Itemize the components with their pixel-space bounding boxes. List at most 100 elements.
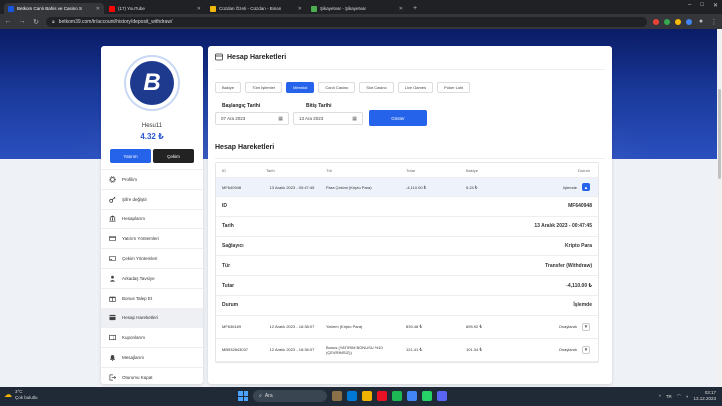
forward-icon[interactable]: → <box>18 18 26 25</box>
extension-icon[interactable] <box>653 18 659 25</box>
back-icon[interactable]: ← <box>4 18 12 25</box>
speaker-icon[interactable]: ◗ <box>686 394 689 399</box>
table-row[interactable]: MB932843037 12 Aralık 2023 - 16:36:07 Bo… <box>216 339 598 362</box>
sidebar-item[interactable]: Mesajlarım <box>101 347 203 367</box>
transactions-table: ID Tarih Tür Tutar Bakiye Durum MF640948… <box>215 162 599 363</box>
taskbar-app-icon[interactable] <box>407 391 417 401</box>
sidebar-item-label: Profilim <box>122 176 138 182</box>
address-bar-row: ← → ↻ 🔒︎ betkom39.com/tr/account/history… <box>0 14 722 29</box>
logout-icon <box>109 374 116 381</box>
kebab-menu-icon[interactable]: ⋮ <box>710 18 718 26</box>
header-balance: Bakiye <box>466 167 479 173</box>
show-button[interactable]: Göster <box>369 110 427 126</box>
taskbar-app-icon[interactable] <box>362 391 372 401</box>
taskbar-search[interactable]: ⌕ Ara <box>253 390 327 402</box>
row-amount: -4,110.00 ₺ <box>406 184 427 190</box>
close-tab-icon[interactable]: ✕ <box>96 6 100 12</box>
language-indicator[interactable]: TR <box>666 394 672 399</box>
sidebar-item-label: Arkadaş Tavsiye <box>122 275 155 281</box>
table-row[interactable]: MF636169 12 Aralık 2023 - 16:38:07 Yatır… <box>216 316 598 339</box>
table-row-selected[interactable]: MF640948 13 Aralık 2023 - 00:47:45 Para … <box>216 178 598 197</box>
chevron-down-icon[interactable]: ▼ <box>582 345 590 354</box>
chevron-up-icon[interactable]: ▲ <box>582 183 590 191</box>
sidebar-item[interactable]: Çekim Yöntemleri <box>101 248 203 268</box>
row-status-cell: İşlemde ▲ <box>526 183 598 191</box>
reload-icon[interactable]: ↻ <box>32 18 40 26</box>
windows-start-icon[interactable] <box>238 391 248 401</box>
brand-logo-avatar: B <box>130 61 174 105</box>
end-date-input[interactable]: 13 Ara 2023 ▦ <box>293 112 363 125</box>
profile-avatar-icon[interactable]: ● <box>697 18 705 25</box>
sidebar-item[interactable]: Arkadaş Tavsiye <box>101 267 203 288</box>
extension-icon[interactable] <box>675 18 681 25</box>
minimize-icon[interactable]: – <box>688 2 691 9</box>
row-status: Onaylandı <box>558 347 577 353</box>
filter-tab[interactable]: Live Games <box>397 82 434 93</box>
row-status-cell: Onaylandı ▼ <box>526 322 598 331</box>
close-tab-icon[interactable]: ✕ <box>298 6 302 12</box>
extensions-bar: ● ⋮ <box>653 18 718 26</box>
row-type: Para Çekimi (Kripto Para) <box>326 184 372 190</box>
header-amount: Tutar <box>406 167 416 173</box>
sidebar-item[interactable]: Hesap Hareketleri <box>101 307 203 328</box>
detail-value: MF640948 <box>568 203 592 210</box>
os-taskbar: ☁ 3°C Çok bulutlu ⌕ Ara ^ TR ◠ ◗ 03:17 1… <box>0 387 722 406</box>
filter-tab[interactable]: Canlı Casino <box>318 82 356 93</box>
sidebar-item[interactable]: Kuponlarım <box>101 327 203 347</box>
calendar-icon: ▦ <box>352 115 357 122</box>
taskbar-app-icon[interactable] <box>422 391 432 401</box>
extension-icon[interactable] <box>686 18 692 25</box>
transaction-detail: ID MF640948 Tarih 13 Aralık 2023 - 00:47:… <box>216 197 598 316</box>
deposit-button[interactable]: Yatırım <box>110 149 151 163</box>
filter-tab[interactable]: Slot Casino <box>359 82 394 93</box>
taskbar-app-icon[interactable] <box>347 391 357 401</box>
taskbar-app-icon[interactable] <box>332 391 342 401</box>
browser-tab[interactable]: Cüzdan Özeti - Cüzdan - Binan ✕ <box>206 3 306 14</box>
sidebar-item[interactable]: Oturumu Kapat <box>101 366 203 387</box>
weather-widget[interactable]: ☁ 3°C Çok bulutlu <box>4 389 38 401</box>
filter-tab[interactable]: Poker Lobi <box>437 82 471 93</box>
withdraw-button[interactable]: Çekim <box>153 149 194 163</box>
close-tab-icon[interactable]: ✕ <box>399 6 403 12</box>
detail-row: Durum İşlemde <box>216 296 598 316</box>
browser-tab[interactable]: (17) YouTube ✕ <box>105 3 205 14</box>
filter-tab[interactable]: Bakiye <box>215 82 242 93</box>
header-date: Tarih <box>266 167 275 173</box>
sidebar-item[interactable]: Yatırım Yöntemleri <box>101 228 203 248</box>
scrollbar[interactable] <box>717 29 722 387</box>
favicon-icon <box>8 5 14 12</box>
chevron-up-icon[interactable]: ^ <box>659 394 661 399</box>
coupon-icon <box>109 334 116 341</box>
clock[interactable]: 03:17 13.12.2023 <box>693 390 716 402</box>
sidebar-item[interactable]: Bonus Talep Et <box>101 287 203 308</box>
filter-tab[interactable]: Tüm İşlemler <box>245 82 283 93</box>
close-tab-icon[interactable]: ✕ <box>197 6 201 12</box>
browser-tab[interactable]: Betkom Canlı Bahis ve Casino S ✕ <box>4 3 104 14</box>
new-tab-button[interactable]: + <box>408 3 422 14</box>
favicon-icon <box>109 5 115 12</box>
row-status-cell: Onaylandı ▼ <box>526 345 598 354</box>
sidebar-item[interactable]: Şifre değiştir <box>101 188 203 209</box>
chevron-down-icon[interactable]: ▼ <box>582 322 590 331</box>
close-window-icon[interactable]: ✕ <box>713 2 718 9</box>
taskbar-app-icon[interactable] <box>437 391 447 401</box>
extension-icon[interactable] <box>664 18 670 25</box>
filter-tab[interactable]: Ménnkd <box>286 82 315 93</box>
scrollbar-thumb[interactable] <box>718 89 721 179</box>
maximize-icon[interactable]: □ <box>700 2 704 9</box>
taskbar-app-icon[interactable] <box>377 391 387 401</box>
filter-tabs: Bakiye Tüm İşlemler Ménnkd Canlı Casino Slot… <box>215 82 471 93</box>
wifi-icon[interactable]: ◠ <box>677 393 681 399</box>
start-date-input[interactable]: 07 Ara 2023 ▦ <box>215 112 289 125</box>
sidebar-item[interactable]: Hesaplarım <box>101 208 203 229</box>
detail-value: Transfer (Withdraw) <box>545 262 592 269</box>
browser-tab[interactable]: Şikayetvar - Şikayetvar ✕ <box>307 3 407 14</box>
row-id: MF636169 <box>222 324 242 330</box>
sidebar-item[interactable]: Profilim <box>101 169 203 189</box>
url-field[interactable]: 🔒︎ betkom39.com/tr/account/history/depos… <box>46 16 647 27</box>
detail-label: Sağlayıcı <box>222 242 244 249</box>
page-title: Hesap Hareketleri <box>215 53 286 61</box>
start-date-label: Başlangıç Tarihi <box>222 103 261 109</box>
bonus-icon <box>109 295 116 302</box>
taskbar-app-icon[interactable] <box>392 391 402 401</box>
